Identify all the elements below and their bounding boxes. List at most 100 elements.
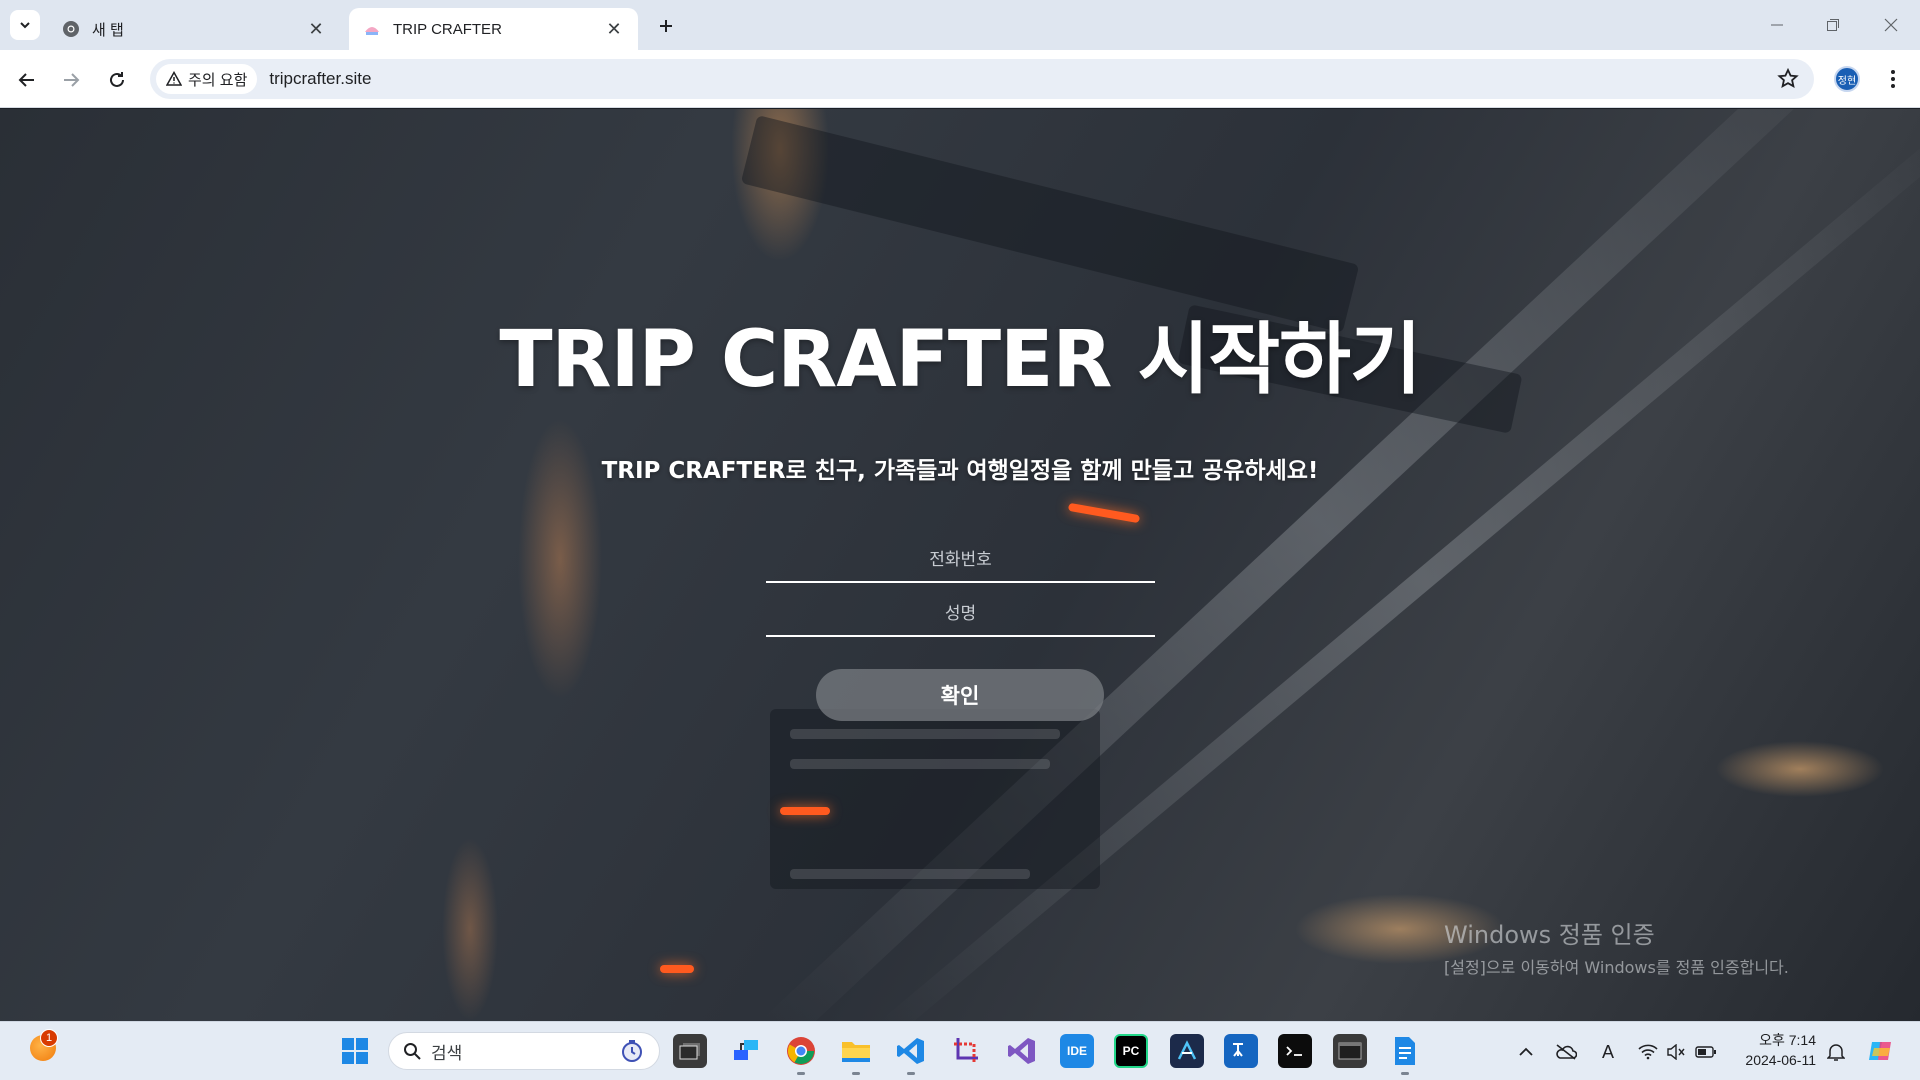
security-chip-label: 주의 요함 — [188, 71, 248, 89]
taskbar-app-file-explorer[interactable] — [839, 1034, 873, 1068]
close-tab-icon[interactable]: ✕ — [306, 19, 326, 39]
cloud-offline-icon — [1556, 1044, 1577, 1060]
taskbar-clock[interactable]: 오후 7:14 2024-06-11 — [1736, 1030, 1816, 1070]
tray-ime-indicator[interactable]: A — [1596, 1040, 1620, 1064]
copilot-button[interactable] — [1864, 1034, 1898, 1068]
site-security-chip[interactable]: 주의 요함 — [156, 64, 258, 94]
taskbar-app-vscode[interactable] — [894, 1034, 928, 1068]
tab-new-tab[interactable]: 새 탭 ✕ — [48, 8, 340, 50]
url-text[interactable]: tripcrafter.site — [269, 69, 371, 89]
file-explorer-icon — [842, 1042, 870, 1062]
taskbar-app-snipping[interactable] — [950, 1034, 984, 1068]
seatbelt-sign-light — [780, 807, 830, 815]
notifications-button[interactable] — [1824, 1040, 1848, 1064]
back-button[interactable] — [12, 65, 42, 95]
bell-icon — [1827, 1044, 1845, 1061]
bookmark-button[interactable] — [1776, 67, 1800, 91]
chrome-icon — [787, 1037, 815, 1065]
tripcrafter-favicon — [365, 27, 379, 35]
task-view-button[interactable] — [673, 1034, 707, 1068]
running-indicator — [1401, 1072, 1409, 1075]
tab-title: TRIP CRAFTER — [393, 20, 502, 38]
clock-date: 2024-06-11 — [1745, 1052, 1816, 1068]
console-icon — [1338, 1042, 1362, 1060]
taskbar-app-pycharm[interactable]: PC — [1114, 1034, 1148, 1068]
document-icon — [1395, 1037, 1415, 1065]
clock-time: 오후 7:14 — [1759, 1032, 1816, 1048]
close-icon — [1884, 18, 1898, 32]
windows-activation-watermark: Windows 정품 인증 [설정]으로 이동하여 Windows를 정품 인증… — [1444, 915, 1789, 978]
taskbar: 검색 IDE PC A 오후 7:14 2024-06-11 — [0, 1021, 1920, 1080]
intellij-icon: IDE — [1066, 1044, 1087, 1058]
page-title: TRIP CRAFTER 시작하기 — [499, 315, 1421, 405]
confirm-button[interactable]: 확인 — [816, 669, 1104, 721]
name-input[interactable] — [766, 593, 1155, 637]
windows-start-icon — [342, 1038, 368, 1064]
page-viewport: TRIP CRAFTER 시작하기 TRIP CRAFTER로 친구, 가족들과… — [0, 109, 1920, 1021]
taskbar-app-translator[interactable] — [1224, 1034, 1258, 1068]
phone-input[interactable] — [766, 539, 1155, 583]
vscode-icon — [897, 1038, 924, 1064]
taskbar-app-chrome[interactable] — [784, 1034, 818, 1068]
copilot-icon — [1869, 1042, 1891, 1060]
browser-toolbar: 주의 요함 tripcrafter.site 정현 — [0, 50, 1920, 108]
activation-body: [설정]으로 이동하여 Windows를 정품 인증합니다. — [1444, 958, 1789, 977]
restore-icon — [1827, 19, 1839, 31]
taskbar-app-visual-studio[interactable] — [1005, 1034, 1039, 1068]
chevron-down-icon — [20, 22, 30, 29]
start-button[interactable] — [338, 1034, 372, 1068]
tray-battery[interactable] — [1694, 1040, 1718, 1064]
tab-search-button[interactable] — [10, 10, 40, 40]
running-indicator — [797, 1072, 805, 1075]
star-icon — [1777, 67, 1799, 88]
visual-studio-icon — [1008, 1038, 1035, 1064]
close-window-button[interactable] — [1876, 12, 1906, 38]
vent-row — [790, 869, 1030, 879]
tray-volume[interactable] — [1664, 1040, 1688, 1064]
tray-wifi[interactable] — [1636, 1040, 1660, 1064]
taskbar-app-android-studio[interactable] — [1170, 1034, 1204, 1068]
taskbar-app-network[interactable] — [729, 1034, 763, 1068]
reload-icon — [110, 72, 124, 87]
tray-overflow-button[interactable] — [1514, 1040, 1538, 1064]
new-tab-button[interactable] — [652, 12, 680, 40]
seatbelt-sign-light — [1067, 502, 1141, 524]
minimize-button[interactable] — [1762, 12, 1792, 38]
taskbar-app-terminal[interactable] — [1278, 1034, 1312, 1068]
seatbelt-sign-light — [660, 965, 694, 973]
snipping-tool-icon — [954, 1038, 978, 1064]
close-tab-icon[interactable]: ✕ — [604, 19, 624, 39]
android-studio-icon — [1177, 1040, 1197, 1060]
warning-icon — [166, 71, 182, 86]
network-app-icon — [734, 1040, 758, 1060]
tray-onedrive[interactable] — [1554, 1040, 1578, 1064]
battery-icon — [1695, 1046, 1716, 1058]
chrome-icon — [63, 21, 79, 37]
tab-strip: 새 탭 ✕ TRIP CRAFTER ✕ — [0, 0, 1920, 50]
vent-row — [790, 729, 1060, 739]
terminal-icon — [1286, 1046, 1302, 1056]
profile-avatar[interactable]: 정현 — [1834, 66, 1860, 92]
taskbar-app-document[interactable] — [1388, 1034, 1422, 1068]
taskbar-app-console[interactable] — [1333, 1034, 1367, 1068]
running-indicator — [907, 1072, 915, 1075]
arrow-right-icon — [64, 73, 80, 87]
address-bar[interactable]: 주의 요함 tripcrafter.site — [150, 59, 1814, 99]
page-subtitle: TRIP CRAFTER로 친구, 가족들과 여행일정을 함께 만들고 공유하세… — [601, 458, 1319, 484]
search-placeholder: 검색 — [431, 1043, 463, 1063]
taskbar-search[interactable]: 검색 — [388, 1032, 660, 1070]
reload-button[interactable] — [102, 65, 132, 95]
chevron-up-icon — [1519, 1047, 1533, 1056]
activation-title: Windows 정품 인증 — [1444, 921, 1655, 949]
wifi-icon — [1638, 1044, 1658, 1060]
tab-trip-crafter[interactable]: TRIP CRAFTER ✕ — [349, 8, 638, 50]
browser-menu-button[interactable] — [1880, 66, 1906, 92]
restore-button[interactable] — [1818, 12, 1848, 38]
search-highlight-icon — [622, 1040, 642, 1062]
plus-icon — [660, 20, 672, 32]
widgets-badge-count: 1 — [40, 1029, 58, 1047]
taskbar-app-intellij[interactable]: IDE — [1060, 1034, 1094, 1068]
forward-button[interactable] — [56, 65, 86, 95]
more-vertical-icon — [1891, 70, 1895, 88]
task-view-icon — [679, 1043, 700, 1060]
